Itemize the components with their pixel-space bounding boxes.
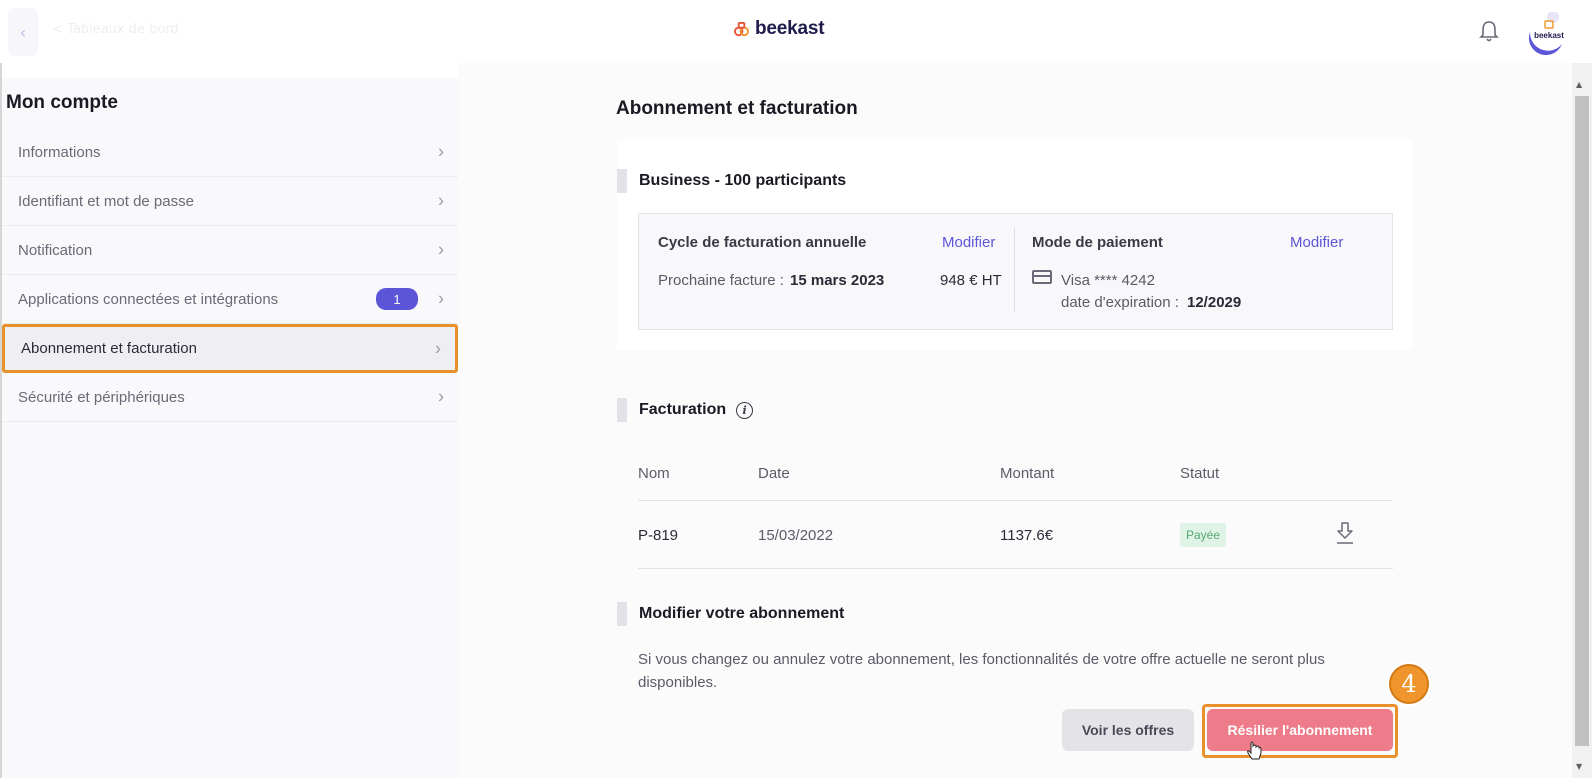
invoice-name: P-819 — [638, 527, 679, 544]
invoice-amount: 1137.6€ — [1000, 527, 1054, 544]
next-invoice-label: Prochaine facture : — [658, 272, 784, 289]
table-divider — [638, 500, 1393, 501]
column-header-date: Date — [758, 465, 790, 482]
scrollbar-thumb[interactable] — [1575, 96, 1589, 746]
bell-icon[interactable] — [1478, 19, 1500, 43]
modify-title: Modifier votre abonnement — [639, 605, 845, 622]
account-sidebar: Mon compte Informations › Identifiant et… — [2, 78, 458, 778]
scroll-down-icon[interactable]: ▼ — [1576, 762, 1582, 771]
sidebar-item-label: Applications connectées et intégrations — [18, 290, 279, 308]
section-marker — [617, 602, 627, 626]
sidebar-item-label: Abonnement et facturation — [21, 340, 197, 357]
payment-method-label: Mode de paiement — [1032, 234, 1163, 251]
section-marker — [617, 169, 627, 193]
next-invoice-amount: 948 € HT — [940, 272, 1002, 289]
modify-billing-cycle-link[interactable]: Modifier — [942, 234, 995, 251]
back-label: < Tableaux de bord — [52, 22, 179, 37]
chevron-right-icon: › — [438, 386, 444, 407]
billing-title: Facturation — [639, 401, 727, 418]
step-4-marker: 4 — [1389, 664, 1429, 704]
section-marker — [617, 398, 627, 422]
billing-heading: Facturation i — [617, 398, 754, 422]
page-title: Abonnement et facturation — [616, 98, 858, 119]
chevron-right-icon: › — [435, 338, 441, 358]
chevron-right-icon: › — [438, 288, 444, 309]
avatar-text: beekast — [1534, 31, 1564, 40]
view-offers-button[interactable]: Voir les offres — [1062, 709, 1194, 751]
account-menu: Informations › Identifiant et mot de pas… — [2, 128, 458, 422]
sidebar-item-security[interactable]: Sécurité et périphériques › — [2, 373, 458, 422]
sidebar-item-label: Identifiant et mot de passe — [18, 192, 194, 210]
card-number: Visa **** 4242 — [1061, 272, 1155, 289]
card-expiry-label: date d'expiration : — [1061, 294, 1179, 311]
status-badge: Payée — [1180, 523, 1226, 547]
sidebar-item-credentials[interactable]: Identifiant et mot de passe › — [2, 177, 458, 226]
download-icon[interactable] — [1334, 520, 1356, 546]
column-header-nom: Nom — [638, 465, 670, 482]
divider — [1014, 228, 1015, 312]
column-header-montant: Montant — [1000, 465, 1055, 482]
info-icon[interactable]: i — [736, 401, 754, 419]
chevron-left-icon: ‹ — [19, 22, 27, 42]
sidebar-item-label: Informations — [18, 143, 101, 161]
modify-payment-link[interactable]: Modifier — [1290, 234, 1343, 251]
integrations-count-badge: 1 — [376, 288, 418, 310]
credit-card-icon — [1032, 270, 1052, 284]
avatar[interactable]: beekast — [1516, 12, 1566, 62]
cancel-subscription-button[interactable]: Résilier l'abonnement — [1207, 709, 1393, 751]
table-divider — [638, 568, 1393, 569]
sidebar-item-notification[interactable]: Notification › — [2, 226, 458, 275]
plan-heading: Business - 100 participants — [617, 169, 846, 193]
beekast-logo-icon — [734, 21, 749, 36]
chevron-right-icon: › — [438, 239, 444, 260]
billing-cycle-label: Cycle de facturation annuelle — [658, 234, 867, 251]
modify-description: Si vous changez ou annulez votre abonnem… — [638, 651, 1325, 691]
back-button[interactable]: ‹ — [8, 8, 38, 56]
brand-name: beekast — [755, 18, 825, 39]
sidebar-item-label: Sécurité et périphériques — [18, 388, 185, 406]
column-header-statut: Statut — [1180, 465, 1220, 482]
sidebar-item-billing[interactable]: Abonnement et facturation › — [2, 324, 458, 373]
invoice-date: 15/03/2022 — [758, 527, 834, 544]
chevron-right-icon: › — [438, 141, 444, 162]
next-invoice-date: 15 mars 2023 — [790, 272, 885, 289]
modify-heading: Modifier votre abonnement — [617, 602, 844, 626]
card-expiry-value: 12/2029 — [1187, 294, 1242, 311]
sidebar-title: Mon compte — [6, 92, 118, 113]
sidebar-item-label: Notification — [18, 241, 93, 259]
plan-name: Business - 100 participants — [639, 172, 847, 189]
hand-cursor-icon — [1247, 741, 1262, 760]
top-bar: ‹ < Tableaux de bord beekast beekast — [0, 0, 1592, 63]
sidebar-item-integrations[interactable]: Applications connectées et intégrations … — [2, 275, 458, 324]
sidebar-item-informations[interactable]: Informations › — [2, 128, 458, 177]
brand-logo[interactable]: beekast — [734, 18, 825, 40]
chevron-right-icon: › — [438, 190, 444, 211]
scroll-up-icon[interactable]: ▲ — [1576, 80, 1582, 89]
